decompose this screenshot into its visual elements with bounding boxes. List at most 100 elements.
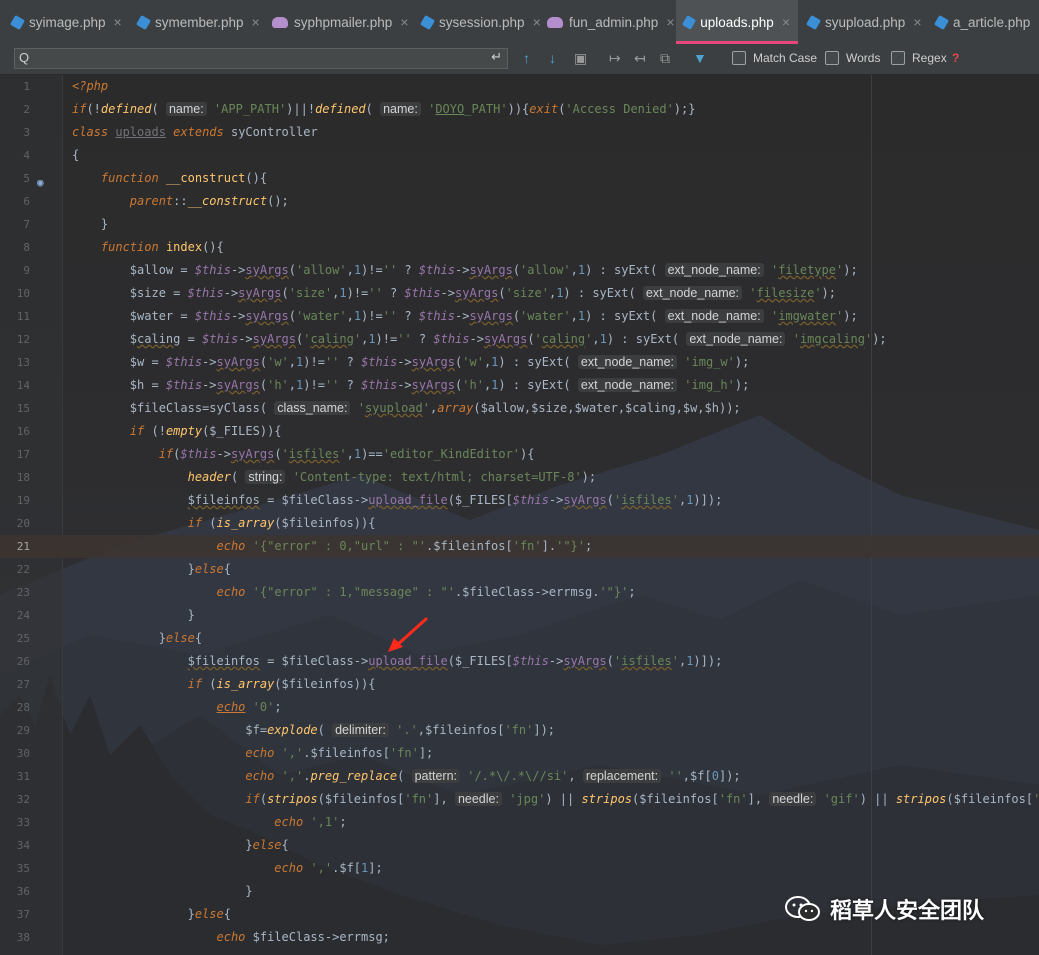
previous-occurrence-icon[interactable]: ↑ (523, 50, 530, 66)
search-field[interactable]: Q ↵ (14, 48, 508, 69)
wechat-icon (785, 896, 820, 921)
code-line: 5 ◉ function __construct(){ (0, 167, 1039, 190)
select-all-occurrences-icon[interactable]: ⧉ (660, 50, 670, 67)
code-text: parent::__construct(); (129, 194, 289, 208)
tab-fun-admin[interactable]: fun_admin.php × (547, 0, 675, 44)
close-icon[interactable]: × (913, 14, 921, 30)
code-line: 28 echo '0'; (0, 696, 1039, 719)
code-line: 23 echo '{"error" : 1,"message" : "'.$fi… (0, 581, 1039, 604)
code-text: echo ','.$f[1]; (274, 861, 383, 875)
regex-help-icon[interactable]: ? (952, 51, 959, 65)
code-text: if(!defined( name: 'APP_PATH')||!defined… (72, 102, 696, 116)
code-text: echo ','.preg_replace( pattern: '/.*\/.*… (245, 769, 741, 783)
line-number: 30 (16, 747, 30, 760)
words-label: Words (846, 51, 881, 65)
code-text: if($this->syArgs('isfiles',1)=='editor_K… (158, 447, 535, 461)
code-line: 6 parent::__construct(); (0, 190, 1039, 213)
tab-syimage[interactable]: syimage.php × (9, 0, 122, 44)
code-text: } (72, 608, 195, 622)
line-number: 38 (16, 931, 30, 944)
code-text: class uploads extends syController (72, 125, 318, 139)
checkbox-box[interactable] (732, 51, 746, 65)
line-number: 4 (23, 149, 30, 162)
line-number: 36 (16, 885, 30, 898)
code-text: function index(){ (100, 240, 224, 254)
code-line: 7 } (0, 213, 1039, 236)
regex-checkbox[interactable]: Regex (891, 51, 947, 65)
tab-syupload[interactable]: syupload.php × (805, 0, 922, 44)
close-icon[interactable]: × (666, 14, 674, 30)
match-case-checkbox[interactable]: Match Case (732, 51, 817, 65)
line-number: 20 (16, 517, 30, 530)
tab-label: fun_admin.php (569, 14, 659, 30)
code-editor[interactable]: 1 <?php 2 if(!defined( name: 'APP_PATH')||… (0, 75, 1039, 955)
regex-label: Regex (912, 51, 947, 65)
line-number: 34 (16, 839, 30, 852)
line-number: 9 (23, 264, 30, 277)
code-text: function __construct(){ (100, 171, 268, 185)
line-number: 35 (16, 862, 30, 875)
close-icon[interactable]: × (252, 14, 260, 30)
close-icon[interactable]: × (114, 14, 122, 30)
newline-icon[interactable]: ↵ (491, 49, 502, 65)
line-number: 8 (23, 241, 30, 254)
code-line-current: 21 echo '{"error" : 0,"url" : "'.$filein… (0, 535, 1039, 558)
words-checkbox[interactable]: Words (825, 51, 880, 65)
add-selection-icon[interactable]: ↦ (609, 50, 621, 67)
code-text: $w = $this->syArgs('w',1)!='' ? $this->s… (72, 355, 750, 369)
tab-symember[interactable]: symember.php × (135, 0, 260, 44)
php-file-icon (933, 14, 950, 30)
tab-a-article[interactable]: a_article.php (933, 0, 1030, 44)
line-number: 23 (16, 586, 30, 599)
code-text: }else{ (72, 562, 231, 576)
code-text: echo '{"error" : 0,"url" : "'.$fileinfos… (216, 539, 593, 553)
line-number: 13 (16, 356, 30, 369)
code-text: echo ','.$fileinfos['fn']; (245, 746, 434, 760)
line-number: 1 (23, 80, 30, 93)
code-text: $fileinfos = $fileClass->upload_file($_F… (187, 493, 723, 507)
line-number: 5 (23, 172, 30, 185)
search-icon[interactable]: Q (19, 50, 29, 65)
line-number: 37 (16, 908, 30, 921)
checkbox-box[interactable] (891, 51, 905, 65)
code-text: <?php (72, 79, 109, 93)
code-text: echo $fileClass->errmsg; (216, 930, 390, 944)
line-number: 7 (23, 218, 30, 231)
line-number: 14 (16, 379, 30, 392)
tab-uploads[interactable]: uploads.php × (676, 0, 798, 44)
line-number: 6 (23, 195, 30, 208)
next-occurrence-icon[interactable]: ↓ (549, 50, 556, 66)
close-icon[interactable]: × (400, 14, 408, 30)
code-text: if (!empty($_FILES)){ (129, 424, 282, 438)
tab-label: uploads.php (700, 14, 774, 30)
tab-label: syupload.php (825, 14, 906, 30)
search-input[interactable] (41, 50, 485, 69)
close-icon[interactable]: × (782, 14, 790, 30)
tab-label: syimage.php (29, 14, 106, 30)
code-line: 1 <?php (0, 75, 1039, 98)
editor-tab-bar: syimage.php × symember.php × syphpmailer… (0, 0, 1039, 45)
code-text: if (is_array($fileinfos)){ (187, 677, 376, 691)
lock-icon[interactable]: ▣ (574, 50, 587, 67)
line-number: 26 (16, 655, 30, 668)
tab-sysession[interactable]: sysession.php × (419, 0, 541, 44)
php-file-icon (681, 14, 697, 30)
remove-selection-icon[interactable]: ↤ (634, 50, 646, 67)
line-number: 15 (16, 402, 30, 415)
code-line: 3 class uploads extends syController (0, 121, 1039, 144)
tab-label: symember.php (155, 14, 244, 30)
checkbox-box[interactable] (825, 51, 839, 65)
tab-syphpmailer[interactable]: syphpmailer.php × (272, 0, 409, 44)
filter-icon[interactable]: ▼ (693, 50, 707, 66)
code-lines: 1 <?php 2 if(!defined( name: 'APP_PATH')||… (0, 75, 1039, 949)
php-file-icon (9, 14, 26, 30)
php-file-icon (419, 14, 436, 30)
line-number: 18 (16, 471, 30, 484)
code-line: 33 echo ',1'; (0, 811, 1039, 834)
line-number: 27 (16, 678, 30, 691)
code-line: 10 $size = $this->syArgs('size',1)!='' ?… (0, 282, 1039, 305)
close-icon[interactable]: × (533, 14, 541, 30)
code-line: 34 }else{ (0, 834, 1039, 857)
code-text: }else{ (72, 907, 231, 921)
elephant-php-icon (547, 16, 563, 28)
